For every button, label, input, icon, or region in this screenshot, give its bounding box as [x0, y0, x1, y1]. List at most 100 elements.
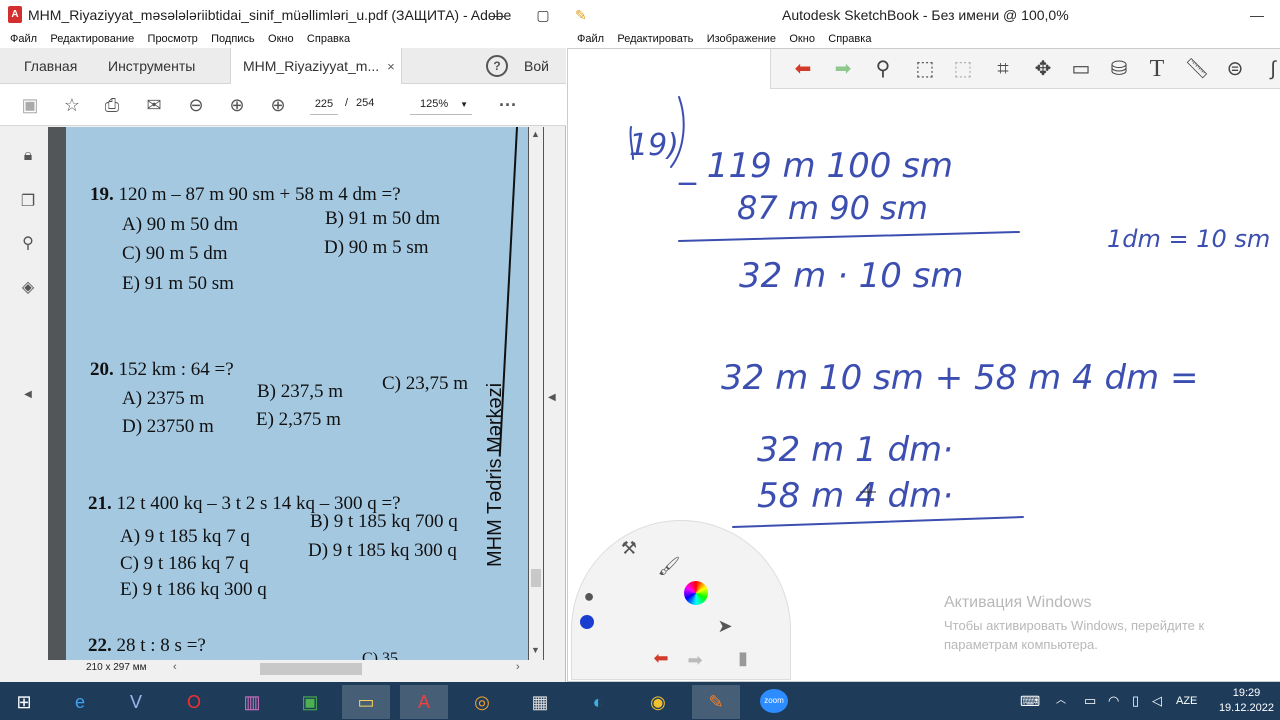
clock[interactable]: 19:29 19.12.2022 — [1219, 686, 1274, 716]
scroll-thumb[interactable] — [531, 569, 541, 587]
language-indicator[interactable]: AZE — [1176, 682, 1197, 720]
option-20c: C) 23,75 m — [382, 373, 469, 394]
lagoon-redo-icon[interactable]: ➡ — [682, 647, 708, 673]
text-icon[interactable]: T — [1143, 56, 1171, 82]
brush-library-icon[interactable]: ⚒ — [616, 535, 642, 561]
ink-addend-1: 32 m 1 dm· — [757, 430, 953, 470]
pdf-vertical-scrollbar[interactable]: ▲ ▼ — [529, 127, 543, 660]
acrobat-titlebar: A MHM_Riyaziyyat_məsələləriibtidai_sinif… — [0, 0, 566, 30]
chrome-icon[interactable]: ◉ — [634, 685, 682, 719]
pages-icon[interactable]: ❐ — [18, 191, 38, 213]
edge-icon[interactable]: ◐ — [574, 685, 622, 719]
zoom-select[interactable]: 125% ▼ — [410, 93, 472, 115]
publisher-side-text: MHM Tədris Mərkəzi — [484, 382, 506, 567]
scroll-left-icon[interactable]: ‹ — [173, 661, 177, 673]
menu-window[interactable]: Окно — [258, 30, 294, 48]
minimize-icon[interactable]: — — [1234, 0, 1280, 30]
option-20b: B) 237,5 m — [257, 381, 344, 402]
option-20e: E) 2,375 m — [256, 409, 341, 430]
lock-icon[interactable]: 🔒︎ — [18, 147, 38, 169]
sk-menu-edit[interactable]: Редактировать — [607, 30, 693, 48]
undo-icon[interactable]: ⬅ — [789, 56, 817, 82]
crop-icon[interactable]: ⌗ — [989, 56, 1017, 82]
visio-icon[interactable]: V — [112, 685, 160, 719]
current-color-swatch[interactable] — [580, 615, 594, 629]
keyboard-icon[interactable]: ⌨ — [1020, 682, 1040, 720]
scroll-up-icon[interactable]: ▲ — [531, 129, 540, 139]
select-icon[interactable]: ⬚ — [911, 56, 939, 82]
menu-edit[interactable]: Редактирование — [40, 30, 134, 48]
scroll-down-icon[interactable]: ▼ — [531, 645, 540, 655]
zoom-app-icon[interactable]: zoom — [760, 689, 788, 713]
fill-bucket-icon[interactable]: ⛁ — [1105, 56, 1133, 82]
menu-help[interactable]: Справка — [297, 30, 350, 48]
menu-file[interactable]: Файл — [0, 30, 37, 48]
help-icon[interactable]: ? — [486, 55, 508, 77]
option-20d: D) 23750 m — [122, 416, 214, 437]
collapse-right-icon[interactable]: ◀ — [548, 392, 556, 403]
start-button[interactable]: ⊞ — [0, 685, 48, 719]
ink-difference: 32 m · 10 sm — [739, 256, 964, 296]
winrar-icon[interactable]: ▥ — [228, 685, 276, 719]
email-icon[interactable]: ✉ — [142, 93, 166, 117]
layers-icon[interactable]: ◈ — [18, 277, 38, 299]
tab-document[interactable]: MHM_Riyaziyyat_m... × — [230, 48, 402, 85]
page-number-input[interactable]: 225 — [310, 93, 338, 115]
sk-menu-help[interactable]: Справка — [818, 30, 871, 48]
lagoon-undo-icon[interactable]: ⬅ — [648, 645, 674, 671]
save-icon[interactable]: ▣ — [18, 93, 42, 117]
menu-view[interactable]: Просмотр — [138, 30, 198, 48]
distort-icon[interactable]: ▭ — [1067, 56, 1095, 82]
tab-tools[interactable]: Инструменты — [96, 48, 207, 84]
eraser-icon[interactable]: ▮ — [730, 645, 756, 671]
redo-icon[interactable]: ➡ — [829, 56, 857, 82]
wifi-icon[interactable]: ◠ — [1108, 682, 1119, 720]
collapse-left-icon[interactable]: ◀ — [18, 389, 38, 411]
store-icon[interactable]: ▣ — [286, 685, 334, 719]
attachment-icon[interactable]: ⚲ — [18, 233, 38, 255]
tray-chevron-icon[interactable]: ︿ — [1056, 682, 1066, 720]
file-explorer-icon[interactable]: ▭ — [342, 685, 390, 719]
zoom-icon[interactable]: ⚲ — [869, 56, 897, 82]
french-curve-icon[interactable]: ∫ — [1259, 56, 1280, 82]
acrobat-taskbar-icon[interactable]: A — [400, 685, 448, 719]
internet-explorer-icon[interactable]: e — [56, 685, 104, 719]
pointer-icon[interactable]: ➤ — [712, 613, 738, 639]
transform-icon[interactable]: ✥ — [1029, 56, 1057, 82]
network-icon[interactable]: ▭ — [1084, 682, 1096, 720]
lasso-select-icon[interactable]: ⬚ — [949, 56, 977, 82]
sk-menu-file[interactable]: Файл — [567, 30, 604, 48]
calculator-icon[interactable]: ▦ — [516, 685, 564, 719]
sketchbook-taskbar-icon[interactable]: ✎ — [692, 685, 740, 719]
brush-icon[interactable]: 🖌︎ — [656, 553, 682, 579]
zoom-search-icon[interactable]: ⊖ — [184, 93, 208, 117]
battery-icon[interactable]: ▯ — [1132, 682, 1139, 720]
sk-menu-image[interactable]: Изображение — [697, 30, 776, 48]
bookmark-star-icon[interactable]: ☆ — [60, 93, 84, 117]
maximize-icon[interactable]: ▢ — [520, 0, 566, 30]
ruler-icon[interactable]: 📏︎ — [1183, 56, 1211, 82]
scroll-right-icon[interactable]: › — [516, 661, 520, 673]
tab-home[interactable]: Главная — [12, 48, 89, 84]
signin-link[interactable]: Вой — [524, 48, 549, 84]
minimize-icon[interactable]: — — [474, 0, 520, 30]
chat-app-icon[interactable]: ◎ — [458, 685, 506, 719]
close-tab-icon[interactable]: × — [387, 59, 395, 74]
more-icon[interactable]: ··· — [496, 93, 520, 117]
brush-size-icon[interactable]: ● — [576, 583, 602, 609]
menu-sign[interactable]: Подпись — [201, 30, 255, 48]
chevron-down-icon: ▼ — [460, 100, 469, 109]
opera-icon[interactable]: O — [170, 685, 218, 719]
print-icon[interactable]: ⎙ — [100, 93, 124, 117]
option-20a: A) 2375 m — [122, 388, 205, 409]
horizontal-scroll-thumb[interactable] — [260, 663, 362, 675]
ellipse-guide-icon[interactable]: ⊜ — [1221, 56, 1249, 82]
color-wheel-icon[interactable] — [684, 581, 708, 605]
page-down-icon[interactable]: ⊕ — [266, 93, 290, 117]
acrobat-menubar: Файл Редактирование Просмотр Подпись Окн… — [0, 30, 566, 48]
sk-menu-window[interactable]: Окно — [779, 30, 815, 48]
pdf-viewport[interactable]: 19. 120 m – 87 m 90 sm + 58 m 4 dm =? A)… — [48, 127, 544, 660]
page-up-icon[interactable]: ⊕ — [225, 93, 249, 117]
ink-sum-line — [732, 516, 1024, 528]
volume-icon[interactable]: ◁ — [1152, 682, 1162, 720]
